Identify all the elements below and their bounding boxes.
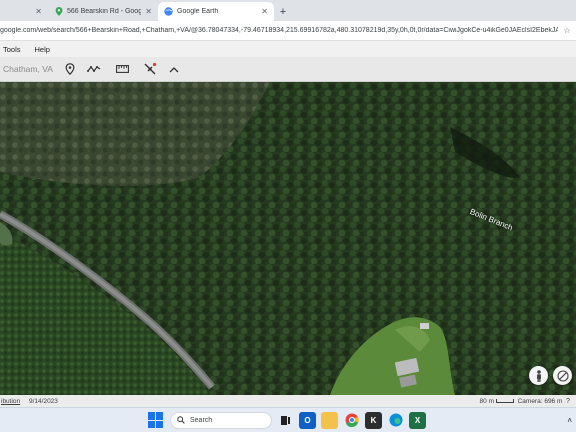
tab-title: Google Earth (177, 8, 219, 15)
taskbar-search[interactable]: Search (170, 411, 272, 429)
chevron-up-icon[interactable] (162, 59, 186, 79)
attribution-link[interactable]: ibution (0, 398, 29, 405)
scale-label: 80 m (479, 397, 494, 405)
file-explorer-icon[interactable] (321, 411, 338, 429)
location-title[interactable]: Chatham, VA (0, 64, 58, 74)
imagery-date: 9/14/2023 (29, 397, 58, 405)
new-tab-button[interactable]: + (274, 2, 292, 21)
close-icon[interactable]: ✕ (35, 7, 42, 16)
pegman-icon[interactable] (529, 366, 548, 385)
edge-icon[interactable] (387, 412, 404, 429)
satellite-map-view[interactable]: Bolin Branch (0, 82, 576, 395)
taskbar-search-label: Search (190, 416, 213, 424)
menu-help[interactable]: Help (35, 45, 50, 54)
outlook-icon[interactable]: O (299, 411, 316, 429)
ruler-icon[interactable] (110, 59, 134, 79)
scale-bar (496, 399, 514, 403)
earth-toolbar: Chatham, VA (0, 57, 576, 82)
store-icon[interactable]: K (365, 411, 382, 429)
menu-tools[interactable]: Tools (3, 45, 21, 54)
map-status-bar: ibution 9/14/2023 80 m Camera: 696 m ? (0, 395, 576, 407)
menubar: Tools Help (0, 41, 576, 57)
maps-pin-icon (54, 7, 63, 16)
browser-tab-earth[interactable]: Google Earth ✕ (158, 2, 274, 21)
scale-indicator: 80 m (454, 398, 514, 405)
windows-taskbar: Search O K X ˄ (0, 407, 576, 432)
close-icon[interactable]: ✕ (145, 7, 152, 16)
bookmark-star-icon[interactable]: ☆ (558, 26, 576, 35)
camera-altitude: Camera: 696 m (517, 397, 563, 405)
browser-tab-maps[interactable]: 566 Bearskin Rd - Google Maps ✕ (48, 2, 158, 21)
location-pin-icon[interactable] (58, 59, 82, 79)
path-tool-icon[interactable] (82, 59, 106, 79)
compass-icon[interactable] (553, 366, 572, 385)
url-text[interactable]: google.com/web/search/566+Bearskin+Road,… (0, 27, 558, 34)
earth-icon (164, 7, 173, 16)
browser-tab-strip: ✕ 566 Bearskin Rd - Google Maps ✕ Google… (0, 0, 576, 21)
browser-tab-1[interactable]: ✕ (0, 2, 48, 21)
windows-start-icon[interactable] (148, 412, 164, 428)
satellite-icon[interactable] (138, 59, 162, 79)
help-icon[interactable]: ? (566, 398, 576, 405)
tab-title: 566 Bearskin Rd - Google Maps (67, 8, 142, 15)
task-view-icon[interactable] (277, 411, 294, 429)
close-icon[interactable]: ✕ (261, 7, 268, 16)
chrome-icon[interactable] (343, 412, 360, 429)
chevron-up-icon[interactable]: ˄ (567, 416, 572, 425)
satellite-imagery (0, 82, 576, 395)
search-icon (177, 416, 185, 424)
system-tray: ˄ (567, 416, 576, 425)
excel-icon[interactable]: X (409, 411, 426, 429)
address-bar[interactable]: google.com/web/search/566+Bearskin+Road,… (0, 21, 576, 41)
